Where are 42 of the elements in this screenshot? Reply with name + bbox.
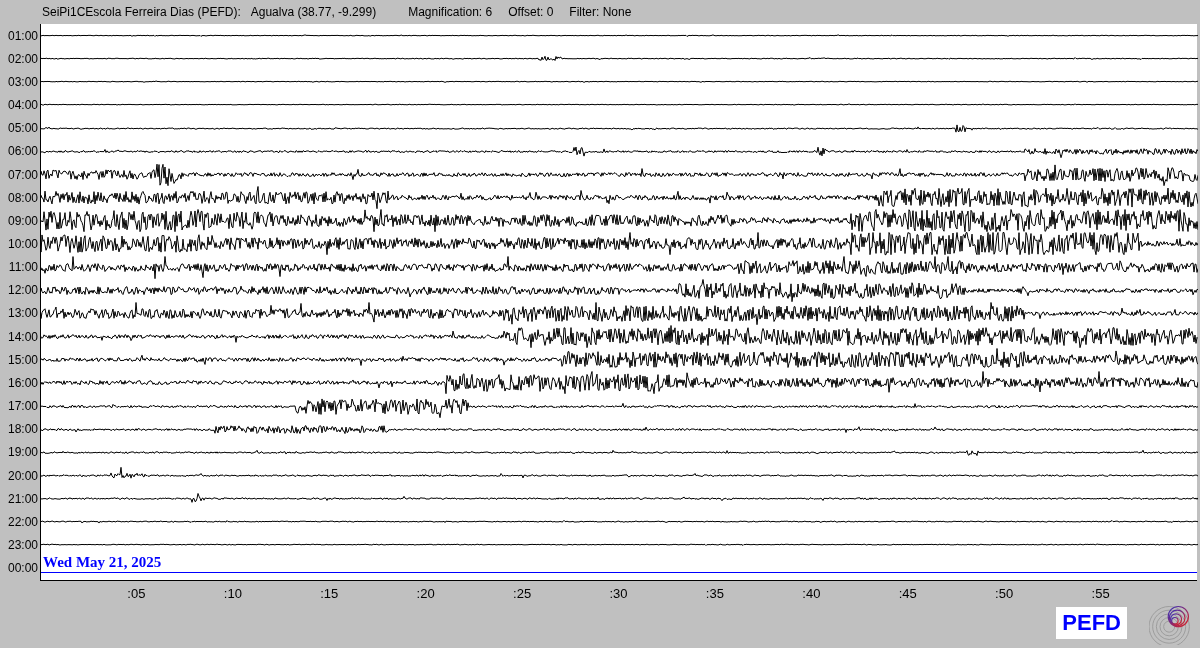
hour-label: 08:00 (7, 189, 38, 207)
hour-label: 06:00 (7, 143, 38, 161)
minute-tick-label: :05 (127, 584, 146, 603)
minute-tick-label: :20 (416, 584, 435, 603)
hour-label: 05:00 (7, 120, 38, 138)
hour-label: 15:00 (7, 351, 38, 369)
filter-text: Filter: None (569, 4, 632, 21)
date-label: Wed May 21, 2025 (43, 553, 162, 571)
magnification-text: Magnification: 6 (408, 4, 493, 21)
minute-tick-label: :55 (1091, 584, 1110, 603)
hour-label: 18:00 (7, 421, 38, 439)
minute-tick-label: :35 (705, 584, 724, 603)
minute-tick-label: :30 (609, 584, 628, 603)
minute-tick-label: :45 (898, 584, 917, 603)
minute-tick-label: :15 (320, 584, 339, 603)
hour-label: 21:00 (7, 490, 38, 508)
hour-label: 03:00 (7, 73, 38, 91)
minute-tick-label: :25 (513, 584, 532, 603)
hour-label: 23:00 (7, 537, 38, 554)
hour-label: 09:00 (7, 212, 38, 230)
location-text: Agualva (38.77, -9.299) (250, 4, 377, 21)
hour-label: 12:00 (7, 282, 38, 300)
hour-label: 07:00 (7, 166, 38, 184)
offset-text: Offset: 0 (508, 4, 554, 21)
hour-label: 20:00 (7, 467, 38, 485)
hour-label: 02:00 (7, 50, 38, 68)
hour-label: 16:00 (7, 374, 38, 392)
station-name: SeiPi1CEscola Ferreira Dias (PEFD): (42, 4, 241, 21)
hour-label: 10:00 (7, 236, 38, 253)
hour-label: 00:00 (7, 560, 38, 578)
minute-tick-label: :50 (995, 584, 1014, 603)
hour-label: 01:00 (7, 27, 38, 45)
hour-label: 14:00 (7, 328, 38, 346)
hour-label: 19:00 (7, 444, 38, 462)
station-logo: PEFD (1056, 606, 1127, 639)
hour-label: 04:00 (7, 97, 38, 115)
minute-tick-label: :40 (802, 584, 821, 603)
hour-label: 13:00 (7, 305, 38, 323)
hour-label: 22:00 (7, 513, 38, 531)
hour-label: 17:00 (7, 398, 38, 416)
hour-label: 11:00 (8, 259, 38, 277)
minute-tick-label: :10 (223, 584, 242, 603)
